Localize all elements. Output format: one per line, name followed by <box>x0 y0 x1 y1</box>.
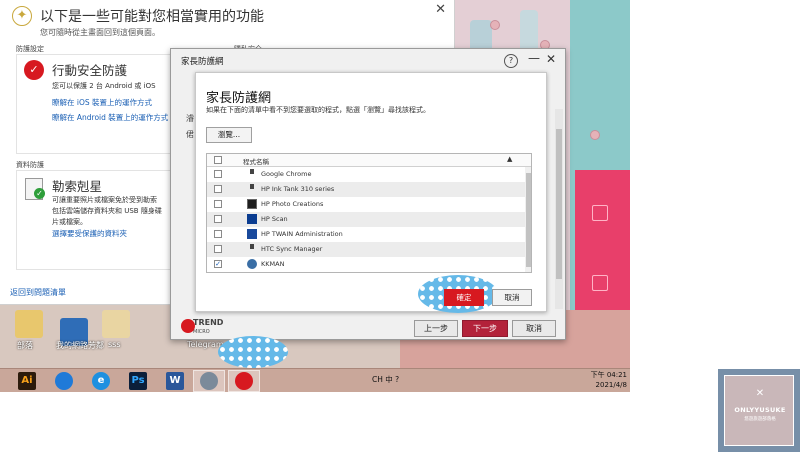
mobile-security-title: 行動安全防護 <box>52 63 128 78</box>
photoshop-icon[interactable]: Ps <box>129 372 147 390</box>
hp-app-icon <box>247 214 257 224</box>
cancel-button[interactable]: 取消 <box>512 320 556 337</box>
app-name: KKMAN <box>261 260 285 268</box>
watermark-name: ONLYYUSUKE <box>734 406 786 414</box>
lightbulb-icon: ✦ <box>12 6 32 26</box>
features-header: ✦ 以下是一些可能對您相當實用的功能 您可隨時從主畫面回到這個頁面。 <box>12 6 264 38</box>
watermark-inner: ✕ ONLYYUSUKE 悠遊旅遊部落格 <box>724 375 794 446</box>
list-scrollbar[interactable] <box>525 167 531 272</box>
previous-button[interactable]: 上一步 <box>414 320 458 337</box>
wallpaper-flower <box>590 130 600 140</box>
app-icon[interactable] <box>200 372 218 390</box>
list-item[interactable]: Google Chrome <box>207 167 525 182</box>
app-icon <box>247 244 257 254</box>
desktop-icon-label: 我的網路芳鄰 <box>56 341 104 350</box>
program-list: 程式名稱 ▲ Google Chrome HP Ink Tank 310 ser… <box>206 153 532 273</box>
mobile-security-desc: 您可以保護 2 台 Android 或 iOS <box>52 82 156 90</box>
inner-cancel-button[interactable]: 取消 <box>492 289 532 306</box>
red-panel-tile <box>592 275 608 291</box>
trend-micro-icon[interactable] <box>235 372 253 390</box>
dialog-title: 家長防護網 <box>181 57 224 67</box>
inner-title: 家長防護網 <box>206 91 272 106</box>
ok-button[interactable]: 確定 <box>444 289 484 306</box>
android-link[interactable]: 瞭解在 Android 裝置上的運作方式 <box>52 112 168 123</box>
app-icon <box>247 169 257 179</box>
cross-icon: ✕ <box>755 388 765 399</box>
back-to-issues-link[interactable]: 返回到問題清單 <box>10 287 66 298</box>
help-icon[interactable]: ? <box>504 54 518 68</box>
inner-description: 如果在下面的清單中看不到您要選取的程式，點選「瀏覽」尋找該程式。 <box>206 106 430 114</box>
edge-icon[interactable] <box>55 372 73 390</box>
close-icon[interactable]: ✕ <box>546 52 556 66</box>
taskbar: Ai e Ps W CH 中 ? 下午 04:21 2021/4/8 <box>0 368 630 392</box>
wallpaper-flower <box>490 20 500 30</box>
clock-date: 2021/4/8 <box>595 381 627 389</box>
list-item[interactable]: HP Scan <box>207 212 525 227</box>
app-name: HTC Sync Manager <box>261 245 323 253</box>
app-icon <box>247 184 257 194</box>
internet-explorer-icon[interactable]: e <box>92 372 110 390</box>
row-checkbox[interactable] <box>214 215 222 223</box>
zip-folder-icon[interactable] <box>15 310 43 338</box>
app-name: HP TWAIN Administration <box>261 230 343 238</box>
trend-micro-logo-icon <box>181 319 195 333</box>
browse-button[interactable]: 瀏覽... <box>206 127 252 143</box>
dialog-scrollbar[interactable] <box>555 109 563 309</box>
section-label: 防護設定 <box>16 45 44 53</box>
list-item[interactable]: HP TWAIN Administration <box>207 227 525 242</box>
list-item[interactable]: ✓ KKMAN <box>207 257 525 272</box>
system-tray[interactable]: CH 中 ? <box>372 374 399 385</box>
ios-link[interactable]: 瞭解在 iOS 裝置上的運作方式 <box>52 97 152 108</box>
list-item[interactable]: HP Photo Creations <box>207 197 525 212</box>
obscured-text: 侰 <box>186 130 194 139</box>
features-subtitle: 您可隨時從主畫面回到這個頁面。 <box>40 28 160 37</box>
features-title: 以下是一些可能對您相當實用的功能 <box>40 9 264 25</box>
row-checkbox[interactable] <box>214 245 222 253</box>
select-all-checkbox[interactable] <box>214 156 222 164</box>
list-item[interactable]: HP Ink Tank 310 series <box>207 182 525 197</box>
app-name: Google Chrome <box>261 170 312 178</box>
check-icon: ✓ <box>34 188 45 199</box>
choose-folders-link[interactable]: 選擇要受保護的資料夾 <box>52 228 127 239</box>
app-name: HP Photo Creations <box>261 200 324 208</box>
folder-shield-desc-3: 片或檔案。 <box>52 218 87 226</box>
app-name: HP Ink Tank 310 series <box>261 185 335 193</box>
screenshot-stage: 部落 我的網路芳鄰 sss Telegram ✦ 以下是一些可能對您相當實用的功… <box>0 0 800 452</box>
illustrator-icon[interactable]: Ai <box>18 372 36 390</box>
kkman-icon <box>247 259 257 269</box>
list-header: 程式名稱 ▲ <box>207 154 531 167</box>
folder-shield-title: 勒索剋星 <box>52 179 103 194</box>
hp-app-icon <box>247 229 257 239</box>
close-icon[interactable]: ✕ <box>435 2 446 17</box>
next-button[interactable]: 下一步 <box>462 320 508 337</box>
column-header-program-name[interactable]: 程式名稱 <box>243 156 269 166</box>
minimize-icon[interactable]: — <box>528 51 540 65</box>
clock[interactable]: 下午 04:21 2021/4/8 <box>575 370 627 390</box>
list-item[interactable]: HTC Sync Manager <box>207 242 525 257</box>
sort-arrow-icon[interactable]: ▲ <box>507 155 512 163</box>
highlight-marker <box>218 336 288 368</box>
row-checkbox[interactable]: ✓ <box>214 260 222 268</box>
row-checkbox[interactable] <box>214 185 222 193</box>
hp-app-icon <box>247 199 257 209</box>
desktop-icon-label: 部落 <box>17 341 33 350</box>
row-checkbox[interactable] <box>214 200 222 208</box>
watermark-badge: ✕ ONLYYUSUKE 悠遊旅遊部落格 <box>718 369 800 452</box>
row-checkbox[interactable] <box>214 230 222 238</box>
app-name: HP Scan <box>261 215 288 223</box>
word-icon[interactable]: W <box>166 372 184 390</box>
row-checkbox[interactable] <box>214 170 222 178</box>
desktop-icon-label: sss <box>108 340 121 349</box>
trend-micro-logo: TREND MICRO <box>181 319 223 336</box>
watermark-subtitle: 悠遊旅遊部落格 <box>744 417 776 422</box>
red-panel-tile <box>592 205 608 221</box>
program-selection-dialog: 家長防護網 如果在下面的清單中看不到您要選取的程式，點選「瀏覽」尋找該程式。 瀏… <box>195 72 547 313</box>
obscured-text: 濬 <box>186 114 194 123</box>
clock-time: 下午 04:21 <box>590 371 627 379</box>
folder-icon[interactable] <box>102 310 130 338</box>
trend-micro-shield-icon: ✓ <box>24 60 44 80</box>
section-label: 資料防護 <box>16 161 44 169</box>
